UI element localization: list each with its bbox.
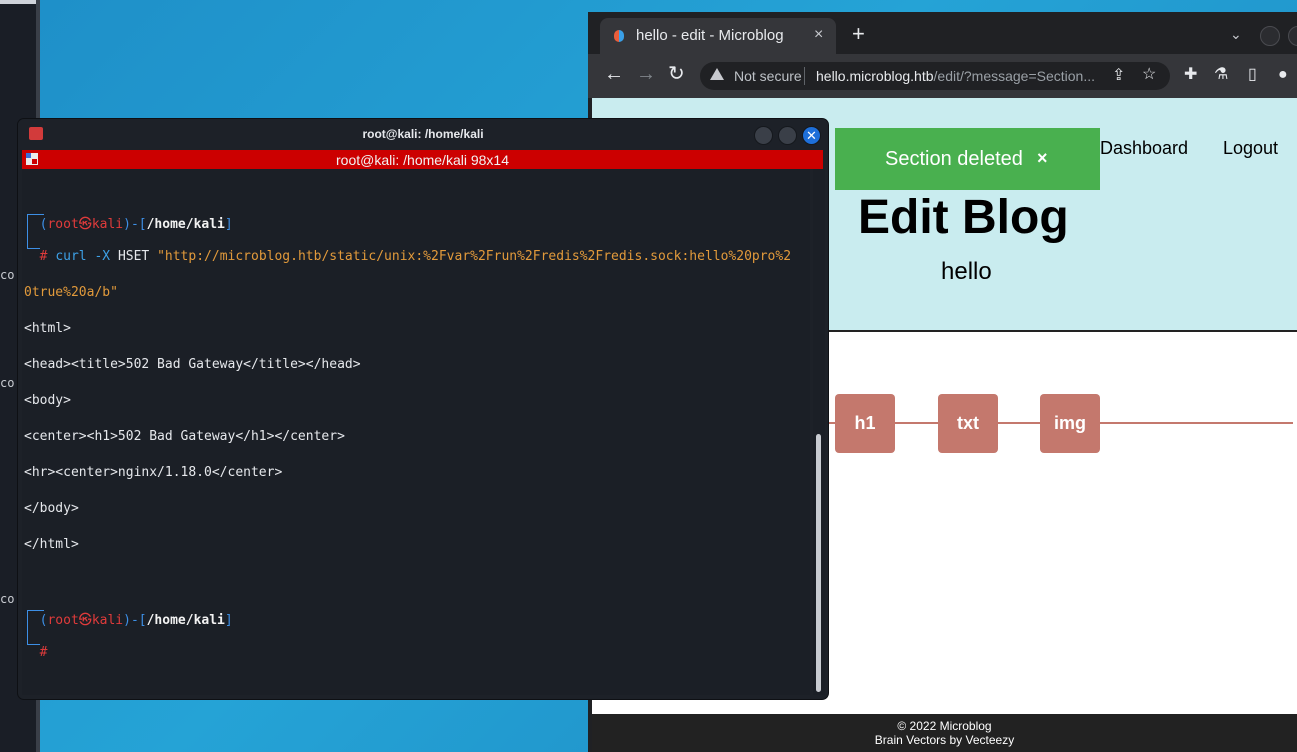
prompt-host: kali — [91, 217, 124, 232]
prompt-hash: # — [39, 645, 48, 660]
command-url-part1: "http://microblog.htb/static/unix:%2Fvar… — [157, 249, 792, 264]
strip-top-line — [0, 0, 36, 4]
prompt-bracket-foot — [27, 627, 40, 645]
prompt-path: /home/kali — [146, 217, 225, 232]
terminal-window: root@kali: /home/kali ✕ root@kali: /home… — [18, 119, 828, 699]
profile-avatar-icon[interactable]: ● — [1278, 66, 1288, 84]
add-txt-button[interactable]: txt — [938, 394, 998, 453]
address-bar[interactable]: Not secure hello.microblog.htb/edit/?mes… — [700, 62, 1170, 90]
window-minimize-button[interactable] — [1260, 26, 1280, 46]
command-flag: -X — [94, 249, 111, 264]
output-line: <center><h1>502 Bad Gateway</h1></center… — [24, 429, 345, 444]
tab-search-chevron-icon[interactable]: ⌄ — [1230, 26, 1242, 43]
output-line: </html> — [24, 537, 79, 552]
page-footer: © 2022 Microblog Brain Vectors by Vectee… — [592, 714, 1297, 752]
page-title: Edit Blog — [858, 191, 1069, 244]
terminal-minimize-button[interactable] — [754, 126, 773, 145]
prompt-hash: # — [39, 249, 48, 264]
extensions-puzzle-icon[interactable]: ✚ — [1184, 66, 1197, 84]
output-line: <head><title>502 Bad Gateway</title></he… — [24, 357, 361, 372]
terminal-tab-bar[interactable]: root@kali: /home/kali 98x14 — [22, 150, 823, 169]
output-line: <body> — [24, 393, 71, 408]
prompt-line: (root㉿kali)-[/home/kali] — [24, 217, 233, 232]
terminal-close-icon[interactable]: ✕ — [802, 126, 821, 145]
command-line: # curl -X HSET "http://microblog.htb/sta… — [24, 249, 791, 264]
side-panel-icon[interactable]: ▯ — [1248, 66, 1257, 84]
not-secure-label[interactable]: Not secure — [734, 68, 802, 84]
window-maximize-button[interactable] — [1288, 26, 1297, 46]
strip-text-fragment: co — [0, 268, 15, 282]
nav-dashboard-link[interactable]: Dashboard — [1100, 138, 1188, 159]
output-line: <html> — [24, 321, 71, 336]
omnibox-separator — [804, 67, 805, 85]
warning-triangle-icon[interactable] — [710, 68, 724, 80]
terminal-titlebar[interactable]: root@kali: /home/kali ✕ — [18, 119, 828, 150]
output-line: </body> — [24, 501, 79, 516]
reload-icon[interactable]: ↻ — [668, 64, 685, 84]
tab-strip: hello - edit - Microblog × + ⌄ — [588, 12, 1297, 54]
tab-title: hello - edit - Microblog — [636, 27, 784, 44]
browser-toolbar: ← → ↻ Not secure hello.microblog.htb/edi… — [588, 54, 1297, 98]
prompt-bracket-foot — [27, 231, 40, 249]
strip-text-fragment: co — [0, 592, 15, 606]
new-tab-button[interactable]: + — [852, 23, 865, 45]
labs-flask-icon[interactable]: ⚗ — [1214, 66, 1228, 84]
terminal-scrollbar[interactable] — [813, 169, 825, 695]
terminal-scrollbar-thumb[interactable] — [816, 434, 821, 692]
terminal-output[interactable]: (root㉿kali)-[/home/kali] # curl -X HSET … — [22, 169, 810, 695]
command-program: curl — [55, 249, 87, 264]
back-arrow-icon[interactable]: ← — [604, 64, 624, 84]
url-path: /edit/?message=Section... — [933, 68, 1096, 84]
add-img-button[interactable]: img — [1040, 394, 1100, 453]
url-text[interactable]: hello.microblog.htb/edit/?message=Sectio… — [816, 68, 1095, 84]
microblog-favicon-icon — [614, 30, 624, 42]
prompt-host: kali — [91, 613, 124, 628]
strip-text-fragment: co — [0, 376, 15, 390]
footer-credit: Brain Vectors by Vecteezy — [874, 733, 1015, 747]
tab-close-icon[interactable]: × — [814, 26, 823, 44]
prompt-user: root — [47, 217, 79, 232]
prompt-user: root — [47, 613, 79, 628]
share-icon[interactable]: ⇪ — [1112, 67, 1125, 85]
alert-close-icon[interactable]: × — [1037, 148, 1048, 169]
prompt-path: /home/kali — [146, 613, 225, 628]
output-line: <hr><center>nginx/1.18.0</center> — [24, 465, 283, 480]
forward-arrow-icon[interactable]: → — [636, 64, 656, 84]
add-h1-button[interactable]: h1 — [835, 394, 895, 453]
footer-copyright: © 2022 Microblog — [897, 719, 992, 733]
prompt-line: (root㉿kali)-[/home/kali] — [24, 613, 233, 628]
prompt-at-symbol: ㉿ — [78, 613, 92, 628]
command-method: HSET — [117, 249, 150, 264]
section-deleted-alert: Section deleted × — [835, 128, 1100, 190]
blog-name: hello — [941, 258, 992, 285]
tab-hello-edit[interactable]: hello - edit - Microblog × — [600, 18, 836, 54]
terminal-window-title: root@kali: /home/kali — [362, 127, 484, 141]
alert-message: Section deleted — [885, 148, 1023, 170]
terminal-maximize-button[interactable] — [778, 126, 797, 145]
bookmark-star-icon[interactable]: ☆ — [1142, 66, 1156, 84]
command-url-part2: 0true%20a/b" — [24, 285, 118, 300]
command-line-empty: # — [24, 645, 48, 660]
prompt-at-symbol: ㉿ — [78, 217, 92, 232]
terminal-tab-title: root@kali: /home/kali 98x14 — [336, 152, 509, 168]
nav-logout-link[interactable]: Logout — [1223, 138, 1278, 159]
url-host: hello.microblog.htb — [816, 68, 934, 84]
